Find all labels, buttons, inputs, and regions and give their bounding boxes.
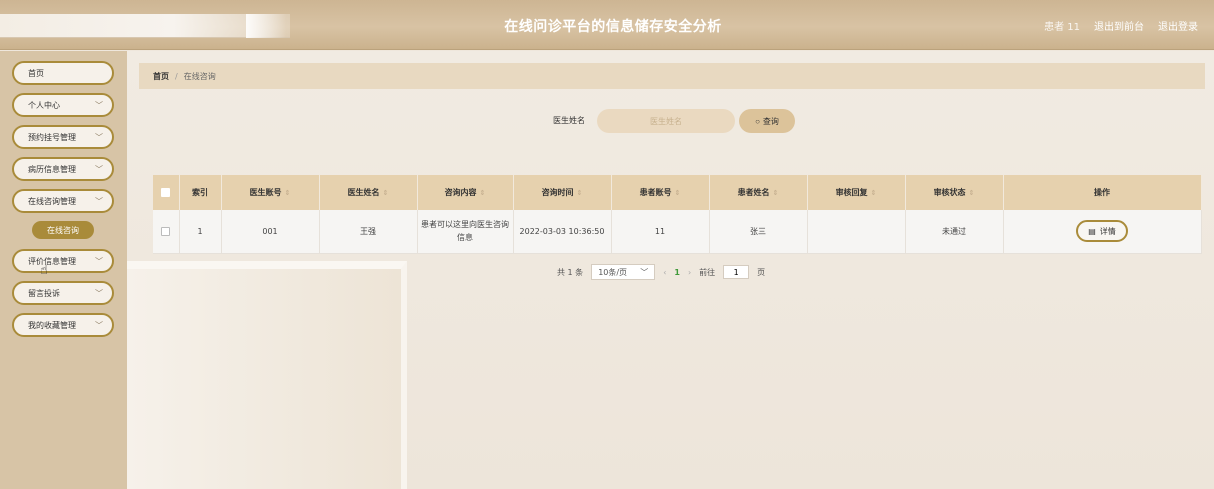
column-header-time[interactable]: 咨询时间 ⇕ [513,175,612,210]
column-header-content[interactable]: 咨询内容 ⇕ [417,175,514,210]
sort-icon: ⇕ [576,189,583,197]
prev-page-icon[interactable]: ‹ [663,268,666,277]
search-button[interactable]: ○ 查询 [739,109,795,133]
app-title: 在线问诊平台的信息储存安全分析 [504,19,722,35]
breadcrumb-separator: / [175,71,178,81]
column-header-reply[interactable]: 审核回复 ⇕ [807,175,906,210]
page-size-select[interactable]: 10条/页 ﹀ [591,264,656,280]
table-row: 1 001 王强 患者可以这里向医生咨询信息 2022-03-03 10:36:… [153,210,1202,254]
search-button-label: 查询 [762,116,779,126]
back-to-frontend-link[interactable]: 退出到前台 [1094,18,1144,33]
cell-content: 患者可以这里向医生咨询信息 [417,210,514,254]
sidebar-item-personal-center[interactable]: 个人中心 ﹀ [12,93,114,117]
row-checkbox[interactable] [161,226,171,236]
chevron-down-icon: ﹀ [95,197,103,206]
cell-reply [807,210,906,254]
sidebar-item-label: 在线咨询管理 [28,196,76,206]
row-select-cell [153,210,180,254]
sidebar-item-label: 病历信息管理 [28,164,76,174]
column-header-doctor-account[interactable]: 医生账号 ⇕ [221,175,320,210]
breadcrumb: 首页 / 在线咨询 [139,63,1205,89]
chevron-down-icon: ﹀ [95,133,103,142]
sidebar-subitem-online-consultation[interactable]: 在线咨询 [32,221,94,239]
sidebar-item-home[interactable]: 首页 [12,61,114,85]
goto-label: 前往 [699,267,716,277]
column-header-doctor-name[interactable]: 医生姓名 ⇕ [319,175,418,210]
column-header-status[interactable]: 审核状态 ⇕ [905,175,1004,210]
cell-doctor-name: 王强 [319,210,418,254]
sort-icon: ⇕ [382,189,389,197]
sort-icon: ⇕ [870,189,877,197]
column-header-action: 操作 [1003,175,1202,210]
breadcrumb-home[interactable]: 首页 [153,71,169,82]
select-all-checkbox[interactable] [161,188,171,197]
page-size-value: 10条/页 [598,267,628,277]
total-count: 共 1 条 [557,267,584,277]
cell-patient-name: 张三 [709,210,808,254]
chevron-down-icon: ﹀ [95,101,103,110]
column-header-index: 索引 [179,175,222,210]
cell-index: 1 [179,210,222,254]
sidebar-item-appointment[interactable]: 预约挂号管理 ﹀ [12,125,114,149]
column-header-patient-account[interactable]: 患者账号 ⇕ [611,175,710,210]
sidebar-item-medical-records[interactable]: 病历信息管理 ﹀ [12,157,114,181]
sidebar-item-messages[interactable]: 留言投诉 ﹀ [12,281,114,305]
search-bar: 医生姓名 ○ 查询 [127,107,1214,135]
breadcrumb-current: 在线咨询 [183,71,216,81]
sidebar-item-label: 首页 [28,68,44,78]
sidebar-item-consultation[interactable]: 在线咨询管理 ﹀ [12,189,114,213]
sidebar-item-label: 预约挂号管理 [28,132,76,142]
consultation-table: 索引 医生账号 ⇕ 医生姓名 ⇕ 咨询内容 ⇕ 咨询时间 ⇕ 患者账号 ⇕ 患者姓名 ⇕ 审… [153,175,1202,254]
sidebar-item-label: 个人中心 [28,100,60,110]
chevron-down-icon: ﹀ [640,267,649,277]
detail-button-label: 详情 [1099,226,1116,236]
column-header-patient-name[interactable]: 患者姓名 ⇕ [709,175,808,210]
sidebar: 首页 个人中心 ﹀ 预约挂号管理 ﹀ 病历信息管理 ﹀ 在线咨询管理 ﹀ 在线咨… [0,51,127,489]
pagination: 共 1 条 10条/页 ﹀ ‹ 1 › 前往 页 [557,263,765,281]
cell-patient-account: 11 [611,210,710,254]
cell-action: ▤ 详情 [1003,210,1202,254]
background-decoration [127,261,407,489]
sort-icon: ⇕ [772,189,779,197]
hand-cursor-icon: ☝ [40,263,48,278]
page-suffix: 页 [757,267,766,277]
logout-link[interactable]: 退出登录 [1158,18,1198,33]
table-header-row: 索引 医生账号 ⇕ 医生姓名 ⇕ 咨询内容 ⇕ 咨询时间 ⇕ 患者账号 ⇕ 患者姓名 ⇕ 审… [153,175,1202,210]
sort-icon: ⇕ [674,189,681,197]
cell-status: 未通过 [905,210,1004,254]
sidebar-item-label: 评价信息管理 [28,256,76,266]
sidebar-item-label: 我的收藏管理 [28,320,76,330]
cell-doctor-account: 001 [221,210,320,254]
chevron-down-icon: ﹀ [95,165,103,174]
main-content: 首页 / 在线咨询 医生姓名 ○ 查询 [127,51,1214,489]
search-icon: ○ [755,116,760,126]
sidebar-item-favorites[interactable]: 我的收藏管理 ﹀ [12,313,114,337]
sort-icon: ⇕ [968,189,975,197]
sidebar-item-reviews[interactable]: 评价信息管理 ﹀ [12,249,114,273]
page-number[interactable]: 1 [674,268,680,277]
doctor-name-label: 医生姓名 [553,116,585,125]
cell-time: 2022-03-03 10:36:50 [513,210,612,254]
chevron-down-icon: ﹀ [95,289,103,298]
header-actions: 患者 11 退出到前台 退出登录 [1044,18,1198,33]
document-icon: ▤ [1088,226,1096,236]
chevron-down-icon: ﹀ [95,321,103,330]
next-page-icon[interactable]: › [688,268,691,277]
detail-button[interactable]: ▤ 详情 [1076,220,1128,243]
goto-page-input[interactable] [723,265,750,279]
sidebar-item-label: 留言投诉 [28,288,60,298]
doctor-name-input[interactable] [597,109,735,133]
sort-icon: ⇕ [479,189,486,197]
current-user: 患者 11 [1044,22,1080,33]
top-header: 在线问诊平台的信息储存安全分析 患者 11 退出到前台 退出登录 [0,0,1214,50]
chevron-down-icon: ﹀ [95,257,103,266]
select-all-cell [153,175,180,210]
sort-icon: ⇕ [284,189,291,197]
